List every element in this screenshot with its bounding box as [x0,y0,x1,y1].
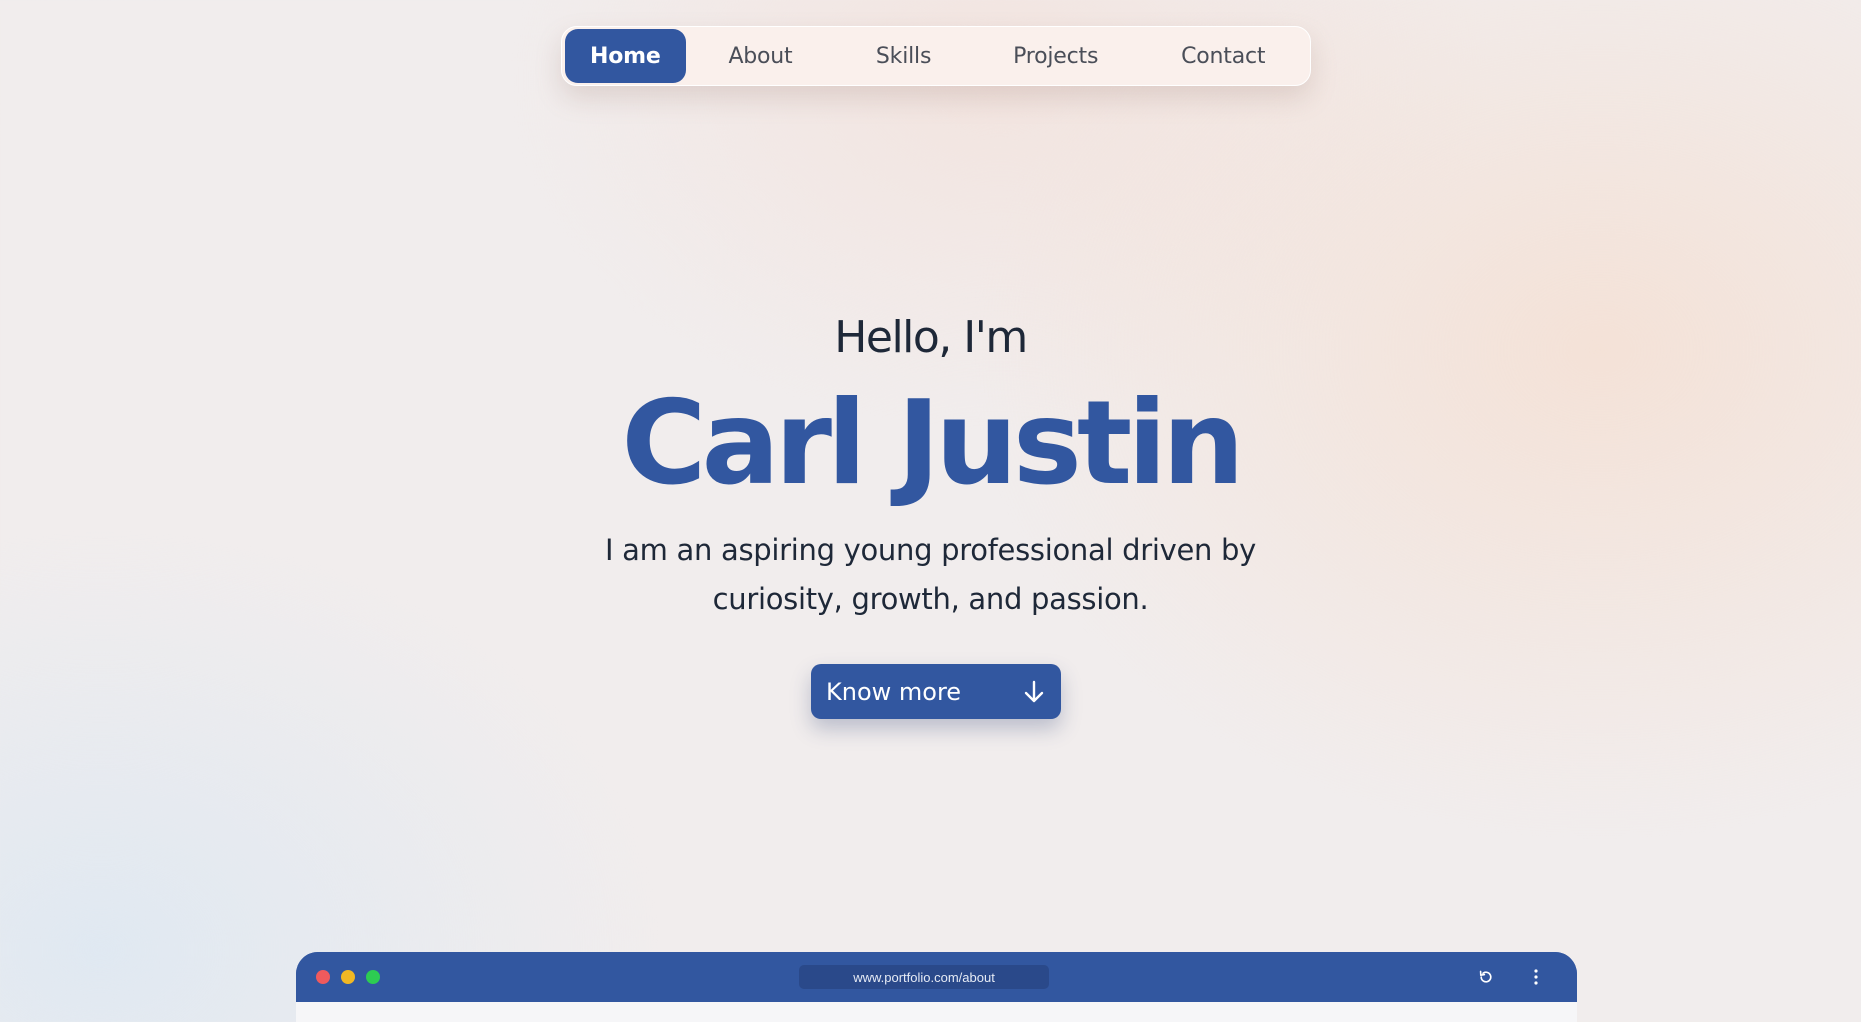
nav-item-about[interactable]: About [686,29,836,83]
browser-toolbar: www.portfolio.com/about [296,952,1577,1002]
arrow-down-icon [1023,680,1045,704]
hero-section: Hello, I'm Carl Justin I am an aspiring … [0,300,1861,624]
nav-item-home[interactable]: Home [565,29,686,83]
hero-tagline: I am an aspiring young professional driv… [605,533,1256,616]
window-maximize-dot[interactable] [366,970,380,984]
know-more-button[interactable]: Know more [811,664,1061,719]
browser-mockup: www.portfolio.com/about [296,952,1577,1022]
url-bar[interactable]: www.portfolio.com/about [799,965,1049,989]
reload-icon[interactable] [1474,965,1498,989]
nav-item-projects[interactable]: Projects [972,29,1140,83]
browser-content [296,1002,1577,1022]
know-more-label: Know more [826,677,962,706]
kebab-menu-icon[interactable] [1524,965,1548,989]
hero-greeting: Hello, I'm [834,312,1028,363]
window-minimize-dot[interactable] [341,970,355,984]
nav-item-contact[interactable]: Contact [1139,29,1307,83]
main-nav: Home About Skills Projects Contact [561,26,1311,86]
hero-name: Carl Justin [621,376,1244,511]
nav-item-skills[interactable]: Skills [835,29,972,83]
window-close-dot[interactable] [316,970,330,984]
